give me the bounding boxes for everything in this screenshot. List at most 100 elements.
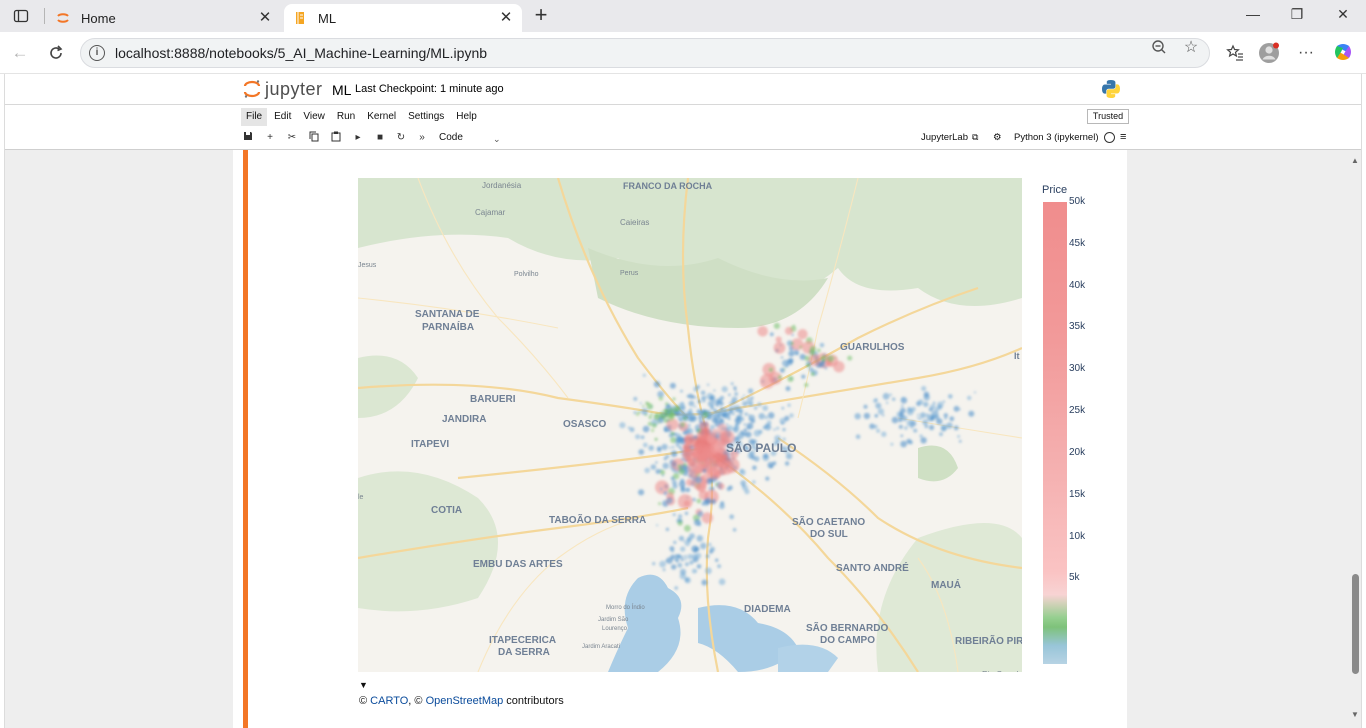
price-point [683, 500, 690, 507]
price-point [688, 400, 695, 407]
price-point [679, 451, 682, 454]
menu-edit[interactable]: Edit [269, 108, 296, 126]
restore-icon[interactable]: ❐ [1286, 6, 1308, 26]
vertical-scrollbar[interactable]: ▲ ▼ [1349, 150, 1361, 728]
copilot-icon[interactable] [1332, 42, 1354, 64]
tab-home[interactable]: Home ✕ [47, 4, 281, 32]
map-label: BARUERI [470, 394, 516, 405]
tab-ml[interactable]: ML ✕ [284, 4, 522, 32]
price-point [719, 460, 734, 475]
stop-icon[interactable]: ■ [373, 131, 387, 145]
map-label: JANDIRA [442, 414, 486, 425]
cell-type-value: Code [439, 132, 463, 143]
density-map-plot[interactable]: Jordanésia FRANCO DA ROCHA Cajamar Caieiras… [358, 178, 1022, 672]
price-point [689, 560, 694, 565]
price-point [696, 498, 702, 504]
menu-kernel[interactable]: Kernel [362, 108, 401, 126]
profile-avatar-icon[interactable] [1258, 42, 1280, 64]
new-tab-button[interactable]: + [530, 4, 552, 27]
price-point [726, 487, 731, 492]
price-point [769, 332, 774, 337]
reload-icon[interactable] [45, 42, 67, 64]
price-point [765, 476, 770, 481]
map-label: COTIA [431, 505, 462, 516]
window-close-icon[interactable]: ✕ [1332, 6, 1354, 26]
notebook-name[interactable]: ML [332, 82, 351, 98]
map-label: Caieiras [620, 218, 649, 227]
price-point [743, 394, 746, 397]
hamburger-menu-icon[interactable]: ≡ [1120, 131, 1126, 143]
insert-cell-icon[interactable]: + [263, 131, 277, 145]
menu-run[interactable]: Run [332, 108, 360, 126]
kernel-name[interactable]: Python 3 (ipykernel) [1014, 132, 1098, 143]
fast-forward-icon[interactable]: » [415, 131, 429, 145]
scrollbar-thumb[interactable] [1352, 574, 1359, 674]
price-point [923, 401, 929, 407]
zoom-icon[interactable] [1150, 39, 1168, 57]
price-point [709, 395, 715, 401]
jupyterlab-link[interactable]: JupyterLab [921, 132, 968, 143]
menu-help[interactable]: Help [451, 108, 482, 126]
menu-settings[interactable]: Settings [403, 108, 449, 126]
cell-type-select[interactable]: Code ⌄ [439, 132, 509, 144]
price-point [882, 414, 885, 417]
menu-file[interactable]: File [241, 108, 268, 126]
scroll-up-icon[interactable]: ▲ [1351, 156, 1359, 165]
price-point [781, 422, 784, 425]
favorites-icon[interactable] [1224, 42, 1246, 64]
price-point [736, 420, 741, 425]
site-info-icon[interactable]: i [89, 45, 105, 61]
run-icon[interactable]: ▸ [351, 131, 365, 145]
price-point [889, 393, 892, 396]
price-point [655, 413, 659, 417]
colorbar-tick-label: 50k [1069, 196, 1086, 207]
price-point [700, 542, 707, 550]
colorbar-tick-label: 15k [1069, 488, 1086, 500]
restart-icon[interactable]: ↻ [394, 131, 408, 145]
jupyter-logo[interactable]: jupyter [243, 78, 323, 100]
map-label: le [358, 494, 364, 501]
paste-icon[interactable] [329, 131, 343, 145]
gear-icon[interactable]: ⚙ [993, 132, 1002, 143]
price-point [953, 425, 959, 431]
price-point [684, 557, 687, 561]
price-point [669, 446, 672, 449]
favorite-star-icon[interactable]: ☆ [1182, 39, 1200, 57]
price-point [707, 400, 715, 408]
map-label: PARNAÍBA [422, 320, 474, 333]
price-point [702, 399, 706, 403]
scroll-down-icon[interactable]: ▼ [1351, 710, 1359, 719]
price-point [728, 417, 731, 421]
more-menu-icon[interactable]: ··· [1295, 42, 1317, 64]
price-point [677, 520, 683, 526]
map-label: SANTO ANDRÉ [836, 561, 909, 574]
price-point [784, 326, 793, 335]
price-point [656, 524, 659, 527]
triangle-down-icon[interactable]: ▼ [359, 680, 368, 690]
menu-view[interactable]: View [298, 108, 330, 126]
cut-icon[interactable]: ✂ [285, 131, 299, 145]
price-point [900, 434, 904, 438]
price-point [668, 407, 675, 414]
price-point [973, 391, 977, 394]
colorbar [1043, 202, 1067, 664]
back-icon[interactable]: ← [9, 42, 31, 64]
address-bar[interactable]: i localhost:8888/notebooks/5_AI_Machine-… [80, 38, 1210, 68]
tab-actions-icon[interactable] [8, 5, 34, 27]
minimize-icon[interactable]: — [1242, 6, 1264, 26]
price-point [696, 535, 704, 542]
price-point [920, 437, 927, 444]
close-icon[interactable]: ✕ [498, 10, 514, 26]
close-icon[interactable]: ✕ [257, 10, 273, 26]
carto-link[interactable]: CARTO [370, 695, 408, 707]
save-icon[interactable] [241, 131, 255, 145]
trusted-indicator[interactable]: Trusted [1087, 109, 1129, 124]
map-label: Jordanésia [482, 181, 522, 190]
price-point [748, 414, 755, 421]
price-point [869, 423, 875, 430]
external-link-icon[interactable]: ⧉ [972, 132, 978, 143]
osm-link[interactable]: OpenStreetMap [426, 695, 504, 707]
price-point [729, 401, 733, 405]
selected-cell-indicator[interactable] [243, 150, 248, 728]
copy-icon[interactable] [307, 131, 321, 145]
